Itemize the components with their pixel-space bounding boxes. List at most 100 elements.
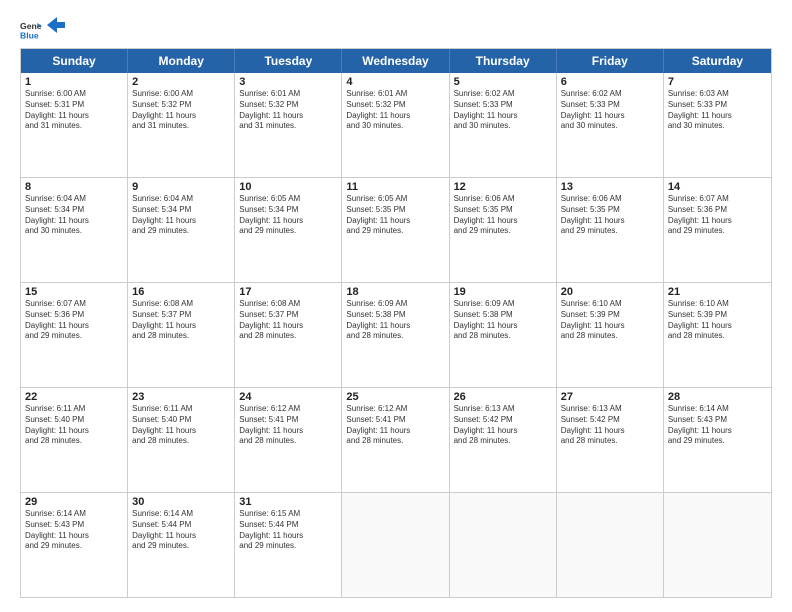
day-info: Sunrise: 6:00 AMSunset: 5:31 PMDaylight:…	[25, 89, 123, 132]
day-number: 20	[561, 286, 659, 298]
header-day-friday: Friday	[557, 49, 664, 73]
day-number: 18	[346, 286, 444, 298]
day-info: Sunrise: 6:14 AMSunset: 5:44 PMDaylight:…	[132, 509, 230, 552]
day-cell-11: 11Sunrise: 6:05 AMSunset: 5:35 PMDayligh…	[342, 178, 449, 282]
day-info: Sunrise: 6:02 AMSunset: 5:33 PMDaylight:…	[561, 89, 659, 132]
day-info: Sunrise: 6:01 AMSunset: 5:32 PMDaylight:…	[346, 89, 444, 132]
calendar-body: 1Sunrise: 6:00 AMSunset: 5:31 PMDaylight…	[21, 73, 771, 597]
day-cell-17: 17Sunrise: 6:08 AMSunset: 5:37 PMDayligh…	[235, 283, 342, 387]
day-number: 4	[346, 76, 444, 88]
empty-cell	[450, 493, 557, 597]
day-number: 21	[668, 286, 767, 298]
day-number: 26	[454, 391, 552, 403]
day-info: Sunrise: 6:09 AMSunset: 5:38 PMDaylight:…	[346, 299, 444, 342]
day-cell-26: 26Sunrise: 6:13 AMSunset: 5:42 PMDayligh…	[450, 388, 557, 492]
day-info: Sunrise: 6:07 AMSunset: 5:36 PMDaylight:…	[25, 299, 123, 342]
day-number: 8	[25, 181, 123, 193]
calendar-header: SundayMondayTuesdayWednesdayThursdayFrid…	[21, 49, 771, 73]
day-cell-14: 14Sunrise: 6:07 AMSunset: 5:36 PMDayligh…	[664, 178, 771, 282]
header-day-thursday: Thursday	[450, 49, 557, 73]
day-info: Sunrise: 6:15 AMSunset: 5:44 PMDaylight:…	[239, 509, 337, 552]
day-number: 3	[239, 76, 337, 88]
day-info: Sunrise: 6:07 AMSunset: 5:36 PMDaylight:…	[668, 194, 767, 237]
day-number: 11	[346, 181, 444, 193]
day-number: 17	[239, 286, 337, 298]
day-cell-1: 1Sunrise: 6:00 AMSunset: 5:31 PMDaylight…	[21, 73, 128, 177]
day-info: Sunrise: 6:13 AMSunset: 5:42 PMDaylight:…	[561, 404, 659, 447]
day-number: 9	[132, 181, 230, 193]
day-cell-8: 8Sunrise: 6:04 AMSunset: 5:34 PMDaylight…	[21, 178, 128, 282]
day-info: Sunrise: 6:08 AMSunset: 5:37 PMDaylight:…	[132, 299, 230, 342]
day-cell-29: 29Sunrise: 6:14 AMSunset: 5:43 PMDayligh…	[21, 493, 128, 597]
day-info: Sunrise: 6:14 AMSunset: 5:43 PMDaylight:…	[25, 509, 123, 552]
page: General Blue SundayMondayTuesdayWednesda…	[0, 0, 792, 612]
day-number: 28	[668, 391, 767, 403]
day-cell-23: 23Sunrise: 6:11 AMSunset: 5:40 PMDayligh…	[128, 388, 235, 492]
day-number: 31	[239, 496, 337, 508]
day-info: Sunrise: 6:10 AMSunset: 5:39 PMDaylight:…	[561, 299, 659, 342]
day-number: 7	[668, 76, 767, 88]
day-info: Sunrise: 6:01 AMSunset: 5:32 PMDaylight:…	[239, 89, 337, 132]
day-info: Sunrise: 6:11 AMSunset: 5:40 PMDaylight:…	[132, 404, 230, 447]
day-info: Sunrise: 6:09 AMSunset: 5:38 PMDaylight:…	[454, 299, 552, 342]
calendar-row-3: 15Sunrise: 6:07 AMSunset: 5:36 PMDayligh…	[21, 283, 771, 388]
day-number: 23	[132, 391, 230, 403]
day-info: Sunrise: 6:11 AMSunset: 5:40 PMDaylight:…	[25, 404, 123, 447]
day-info: Sunrise: 6:03 AMSunset: 5:33 PMDaylight:…	[668, 89, 767, 132]
day-number: 16	[132, 286, 230, 298]
day-cell-12: 12Sunrise: 6:06 AMSunset: 5:35 PMDayligh…	[450, 178, 557, 282]
day-cell-13: 13Sunrise: 6:06 AMSunset: 5:35 PMDayligh…	[557, 178, 664, 282]
day-cell-5: 5Sunrise: 6:02 AMSunset: 5:33 PMDaylight…	[450, 73, 557, 177]
day-number: 22	[25, 391, 123, 403]
day-number: 19	[454, 286, 552, 298]
day-number: 29	[25, 496, 123, 508]
day-cell-27: 27Sunrise: 6:13 AMSunset: 5:42 PMDayligh…	[557, 388, 664, 492]
day-info: Sunrise: 6:08 AMSunset: 5:37 PMDaylight:…	[239, 299, 337, 342]
day-cell-3: 3Sunrise: 6:01 AMSunset: 5:32 PMDaylight…	[235, 73, 342, 177]
day-info: Sunrise: 6:06 AMSunset: 5:35 PMDaylight:…	[561, 194, 659, 237]
day-cell-7: 7Sunrise: 6:03 AMSunset: 5:33 PMDaylight…	[664, 73, 771, 177]
header: General Blue	[20, 18, 772, 40]
calendar-row-1: 1Sunrise: 6:00 AMSunset: 5:31 PMDaylight…	[21, 73, 771, 178]
day-cell-20: 20Sunrise: 6:10 AMSunset: 5:39 PMDayligh…	[557, 283, 664, 387]
day-cell-16: 16Sunrise: 6:08 AMSunset: 5:37 PMDayligh…	[128, 283, 235, 387]
day-cell-15: 15Sunrise: 6:07 AMSunset: 5:36 PMDayligh…	[21, 283, 128, 387]
calendar-row-5: 29Sunrise: 6:14 AMSunset: 5:43 PMDayligh…	[21, 493, 771, 597]
day-number: 10	[239, 181, 337, 193]
day-info: Sunrise: 6:06 AMSunset: 5:35 PMDaylight:…	[454, 194, 552, 237]
day-info: Sunrise: 6:05 AMSunset: 5:34 PMDaylight:…	[239, 194, 337, 237]
header-day-sunday: Sunday	[21, 49, 128, 73]
day-number: 15	[25, 286, 123, 298]
day-number: 24	[239, 391, 337, 403]
day-number: 2	[132, 76, 230, 88]
day-cell-31: 31Sunrise: 6:15 AMSunset: 5:44 PMDayligh…	[235, 493, 342, 597]
day-info: Sunrise: 6:12 AMSunset: 5:41 PMDaylight:…	[346, 404, 444, 447]
calendar: SundayMondayTuesdayWednesdayThursdayFrid…	[20, 48, 772, 598]
day-info: Sunrise: 6:12 AMSunset: 5:41 PMDaylight:…	[239, 404, 337, 447]
day-cell-30: 30Sunrise: 6:14 AMSunset: 5:44 PMDayligh…	[128, 493, 235, 597]
day-cell-24: 24Sunrise: 6:12 AMSunset: 5:41 PMDayligh…	[235, 388, 342, 492]
day-cell-19: 19Sunrise: 6:09 AMSunset: 5:38 PMDayligh…	[450, 283, 557, 387]
day-info: Sunrise: 6:04 AMSunset: 5:34 PMDaylight:…	[25, 194, 123, 237]
svg-text:Blue: Blue	[20, 30, 39, 40]
logo-icon: General Blue	[20, 18, 42, 40]
header-day-wednesday: Wednesday	[342, 49, 449, 73]
day-number: 25	[346, 391, 444, 403]
day-cell-22: 22Sunrise: 6:11 AMSunset: 5:40 PMDayligh…	[21, 388, 128, 492]
day-cell-28: 28Sunrise: 6:14 AMSunset: 5:43 PMDayligh…	[664, 388, 771, 492]
day-info: Sunrise: 6:14 AMSunset: 5:43 PMDaylight:…	[668, 404, 767, 447]
calendar-row-4: 22Sunrise: 6:11 AMSunset: 5:40 PMDayligh…	[21, 388, 771, 493]
day-cell-10: 10Sunrise: 6:05 AMSunset: 5:34 PMDayligh…	[235, 178, 342, 282]
day-number: 27	[561, 391, 659, 403]
day-number: 5	[454, 76, 552, 88]
day-cell-9: 9Sunrise: 6:04 AMSunset: 5:34 PMDaylight…	[128, 178, 235, 282]
day-number: 30	[132, 496, 230, 508]
day-info: Sunrise: 6:02 AMSunset: 5:33 PMDaylight:…	[454, 89, 552, 132]
header-day-saturday: Saturday	[664, 49, 771, 73]
day-info: Sunrise: 6:05 AMSunset: 5:35 PMDaylight:…	[346, 194, 444, 237]
logo: General Blue	[20, 18, 65, 40]
day-cell-25: 25Sunrise: 6:12 AMSunset: 5:41 PMDayligh…	[342, 388, 449, 492]
day-cell-21: 21Sunrise: 6:10 AMSunset: 5:39 PMDayligh…	[664, 283, 771, 387]
day-number: 13	[561, 181, 659, 193]
header-day-tuesday: Tuesday	[235, 49, 342, 73]
